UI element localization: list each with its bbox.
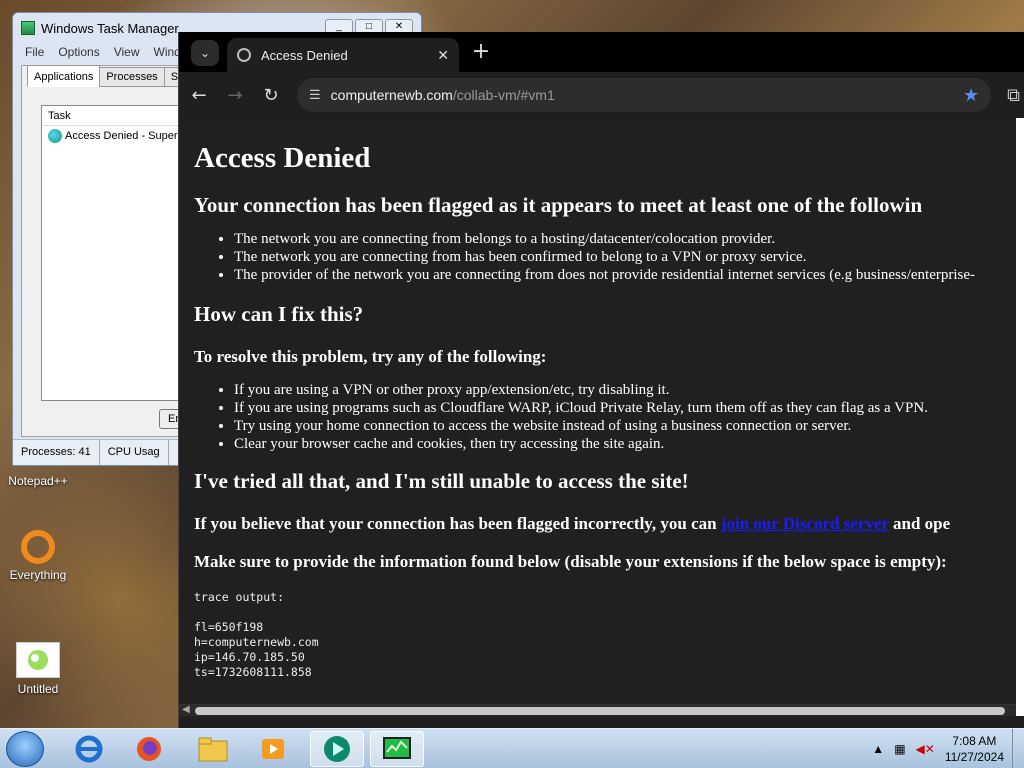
list-item: If you are using programs such as Cloudf…	[234, 399, 1017, 417]
desktop-icon-everything[interactable]: Everything	[0, 530, 76, 582]
volume-muted-icon[interactable]: ◀✕	[916, 742, 935, 756]
list-item: The provider of the network you are conn…	[234, 266, 1017, 284]
trace-line: ip=146.70.185.50	[194, 650, 305, 664]
extensions-puzzle-icon[interactable]: ⧉	[1007, 85, 1020, 106]
show-desktop-button[interactable]	[1012, 729, 1024, 768]
new-tab-plus-icon[interactable]: +	[469, 40, 493, 64]
browser-icon	[324, 736, 350, 762]
show-hidden-icons-icon[interactable]: ▲	[872, 742, 884, 756]
tab-applications[interactable]: Applications	[27, 65, 101, 87]
taskbar-internet-explorer[interactable]	[62, 731, 116, 767]
discord-link[interactable]: join our Discord server	[721, 514, 889, 533]
url-host: computernewb.com	[330, 87, 453, 103]
forward-arrow-icon[interactable]: →	[225, 85, 245, 106]
flag-heading: Your connection has been flagged as it a…	[194, 193, 923, 217]
trace-line: h=computernewb.com	[194, 635, 319, 649]
everything-icon	[21, 530, 55, 564]
list-item: The network you are connecting from has …	[234, 248, 1017, 266]
page-content: Access Denied Your connection has been f…	[179, 118, 1017, 716]
trace-line: trace output:	[194, 590, 285, 604]
internet-explorer-icon	[75, 735, 103, 763]
tried-heading: I've tried all that, and I'm still unabl…	[194, 469, 689, 493]
tab-search-chevron-icon[interactable]: ⌄	[191, 40, 219, 66]
menu-view[interactable]: View	[114, 45, 140, 59]
fix-heading: How can I fix this?	[194, 302, 364, 326]
browser-tab[interactable]: Access Denied ✕	[227, 38, 459, 72]
desktop-icon-untitled[interactable]: Untitled	[0, 642, 76, 696]
tab-processes[interactable]: Processes	[99, 67, 165, 87]
clock-date: 11/27/2024	[944, 750, 1004, 764]
scroll-left-arrow-icon[interactable]: ◀	[182, 704, 190, 715]
processes-count: Processes: 41	[13, 440, 100, 465]
scrollbar-thumb[interactable]	[195, 707, 1005, 715]
browser-task-icon	[48, 129, 62, 143]
discord-text-pre: If you believe that your connection has …	[194, 514, 721, 533]
start-button[interactable]	[6, 731, 44, 767]
back-arrow-icon[interactable]: ←	[189, 85, 209, 106]
untitled-label: Untitled	[17, 682, 59, 696]
clock-time: 7:08 AM	[952, 734, 997, 748]
trace-line: fl=650f198	[194, 620, 264, 634]
trace-line: ts=1732608111.858	[194, 665, 312, 679]
fix-intro: To resolve this problem, try any of the …	[194, 347, 547, 366]
task-manager-icon	[21, 21, 35, 35]
taskbar-task-manager[interactable]	[370, 731, 424, 767]
trace-output[interactable]: trace output: fl=650f198 h=computernewb.…	[194, 590, 1017, 680]
task-manager-icon	[383, 737, 411, 759]
horizontal-scrollbar[interactable]: ◀	[179, 704, 1017, 716]
tab-strip: ⌄ Access Denied ✕ +	[179, 32, 1024, 72]
task-manager-title: Windows Task Manager	[41, 20, 179, 36]
cpu-usage: CPU Usag	[100, 440, 169, 465]
discord-paragraph: If you believe that your connection has …	[194, 514, 1017, 534]
page-title: Access Denied	[194, 142, 371, 174]
untitled-image-icon	[16, 642, 60, 678]
network-icon[interactable]: ▦	[894, 742, 905, 756]
desktop-icon-notepadpp[interactable]: Notepad++	[0, 474, 76, 488]
media-player-icon	[262, 739, 284, 759]
flag-reasons-list: The network you are connecting from belo…	[234, 230, 1017, 284]
everything-label: Everything	[9, 568, 67, 582]
taskbar-browser[interactable]	[310, 731, 364, 767]
taskbar: ▲ ▦ ◀✕ 7:08 AM 11/27/2024	[0, 728, 1024, 768]
bookmark-star-icon[interactable]: ★	[963, 85, 979, 106]
notepadpp-label: Notepad++	[8, 474, 68, 488]
discord-text-post: and ope	[888, 514, 951, 533]
system-tray: ▲ ▦ ◀✕ 7:08 AM 11/27/2024	[872, 729, 1024, 768]
list-item: If you are using a VPN or other proxy ap…	[234, 381, 1017, 399]
taskbar-explorer[interactable]	[186, 731, 240, 767]
address-bar[interactable]: ☰ computernewb.com/collab-vm/#vm1 ★	[297, 78, 992, 112]
browser-toolbar: ← → ↻ ☰ computernewb.com/collab-vm/#vm1 …	[179, 72, 1024, 118]
taskbar-media-player[interactable]	[246, 731, 300, 767]
tab-close-icon[interactable]: ✕	[437, 47, 449, 64]
list-item: Clear your browser cache and cookies, th…	[234, 435, 1017, 453]
url-path: /collab-vm/#vm1	[452, 87, 555, 103]
site-info-icon[interactable]: ☰	[309, 87, 321, 103]
task-row-name: Access Denied - Superm	[65, 130, 187, 142]
firefox-icon	[137, 737, 161, 761]
provide-info-text: Make sure to provide the information fou…	[194, 552, 947, 571]
clock[interactable]: 7:08 AM 11/27/2024	[945, 733, 1004, 765]
taskbar-firefox[interactable]	[122, 731, 176, 767]
tab-title: Access Denied	[261, 47, 348, 63]
menu-file[interactable]: File	[25, 45, 44, 59]
menu-options[interactable]: Options	[58, 45, 99, 59]
fix-steps-list: If you are using a VPN or other proxy ap…	[234, 381, 1017, 453]
list-item: Try using your home connection to access…	[234, 417, 1017, 435]
browser-window: ⌄ Access Denied ✕ + ← → ↻ ☰ computernewb…	[178, 32, 1024, 728]
favicon-icon	[237, 48, 251, 62]
vertical-scrollbar[interactable]	[1016, 118, 1024, 716]
list-item: The network you are connecting from belo…	[234, 230, 1017, 248]
reload-icon[interactable]: ↻	[261, 85, 281, 106]
folder-icon	[198, 737, 228, 762]
